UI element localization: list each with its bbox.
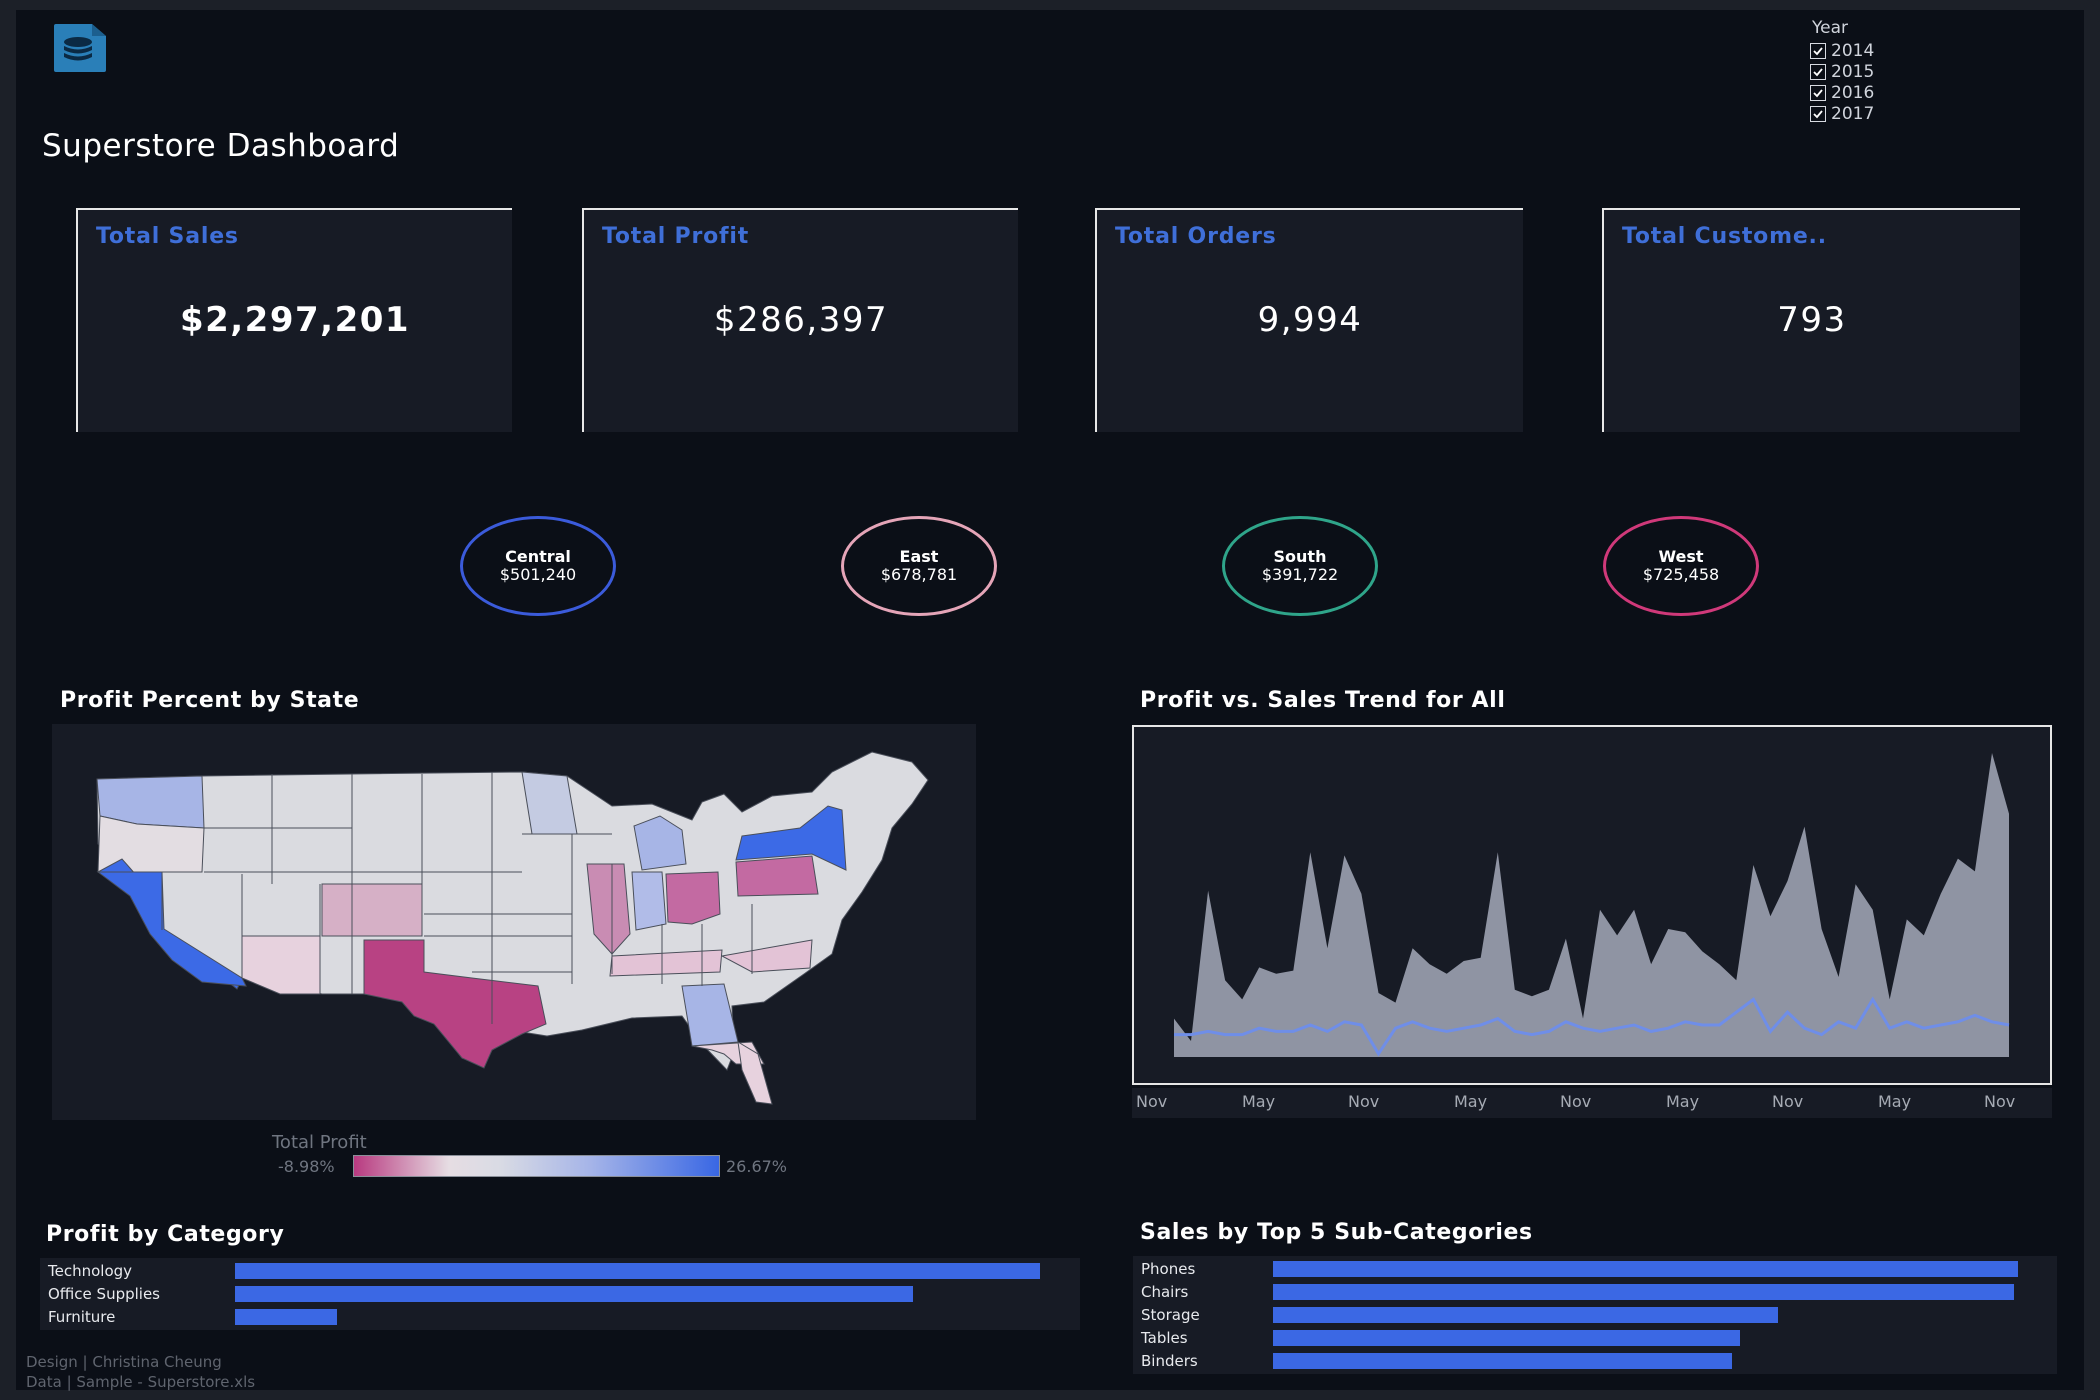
trend-x-axis: Nov May Nov May Nov May Nov May Nov	[1132, 1088, 2052, 1118]
footer-design: Design | Christina Cheung	[26, 1353, 222, 1371]
region-value: $391,722	[1261, 565, 1339, 584]
x-tick-label: May	[1454, 1092, 1488, 1111]
bar-label: Furniture	[48, 1308, 116, 1326]
region-value: $501,240	[499, 565, 577, 584]
kpi-value: $286,397	[713, 300, 889, 340]
trend-title: Profit vs. Sales Trend for All	[1140, 688, 1506, 713]
region-name: South	[1273, 547, 1327, 566]
year-filter: Year 2014 2015 2016 2017	[1810, 18, 1874, 124]
bar-row[interactable]: Office Supplies	[40, 1285, 1080, 1303]
us-map	[96, 751, 929, 1105]
kpi-card-total-profit[interactable]: Total Profit $286,397	[582, 208, 1018, 432]
region-name: West	[1658, 547, 1704, 566]
year-option-label: 2017	[1831, 103, 1875, 124]
checkbox-checked-icon[interactable]	[1810, 42, 1826, 59]
checkbox-checked-icon[interactable]	[1810, 105, 1826, 122]
state-arizona	[241, 935, 321, 995]
year-option-2016[interactable]: 2016	[1810, 82, 1874, 103]
state-pennsylvania	[735, 855, 819, 897]
sales-area-series	[1174, 753, 2009, 1057]
kpi-card-total-sales[interactable]: Total Sales $2,297,201	[76, 208, 512, 432]
bar-mark[interactable]	[235, 1309, 338, 1325]
bar-label: Phones	[1141, 1260, 1196, 1278]
bar-row[interactable]: Tables	[1133, 1329, 2057, 1347]
x-tick-label: Nov	[1348, 1092, 1380, 1111]
region-value: $725,458	[1642, 565, 1720, 584]
x-tick-label: May	[1878, 1092, 1912, 1111]
region-name: East	[899, 547, 939, 566]
bar-label: Tables	[1141, 1329, 1188, 1347]
page-title: Superstore Dashboard	[42, 128, 400, 164]
bar-row[interactable]: Binders	[1133, 1352, 2057, 1370]
kpi-card-total-orders[interactable]: Total Orders 9,994	[1095, 208, 1523, 432]
x-tick-label: May	[1666, 1092, 1700, 1111]
kpi-label: Total Orders	[1115, 224, 1277, 249]
region-circle-south[interactable]: South $391,722	[1222, 516, 1378, 616]
state-colorado	[321, 883, 423, 937]
kpi-card-total-customers[interactable]: Total Custome.. 793	[1602, 208, 2020, 432]
x-tick-label: Nov	[1772, 1092, 1804, 1111]
year-option-label: 2014	[1831, 40, 1875, 61]
kpi-value: 793	[1777, 300, 1847, 340]
bar-mark[interactable]	[1273, 1284, 2015, 1300]
bar-mark[interactable]	[1273, 1353, 1733, 1369]
bar-mark[interactable]	[1273, 1330, 1741, 1346]
region-name: Central	[505, 547, 571, 566]
bar-row[interactable]: Storage	[1133, 1306, 2057, 1324]
bar-label: Storage	[1141, 1306, 1200, 1324]
state-indiana	[631, 871, 667, 931]
category-bar-chart: Technology Office Supplies Furniture	[40, 1258, 1080, 1330]
kpi-value: 9,994	[1257, 300, 1363, 340]
bar-row[interactable]: Chairs	[1133, 1283, 2057, 1301]
legend-max: 26.67%	[726, 1157, 788, 1176]
map-panel	[52, 724, 976, 1120]
bar-mark[interactable]	[1273, 1261, 2018, 1277]
checkbox-checked-icon[interactable]	[1810, 63, 1826, 80]
kpi-label: Total Profit	[602, 224, 750, 249]
year-option-2014[interactable]: 2014	[1810, 40, 1874, 61]
legend-title: Total Profit	[272, 1132, 367, 1153]
database-document-icon	[52, 22, 108, 74]
state-ohio	[665, 871, 721, 925]
x-tick-label: Nov	[1560, 1092, 1592, 1111]
bar-mark[interactable]	[1273, 1307, 1779, 1323]
year-option-label: 2016	[1831, 82, 1875, 103]
year-option-2015[interactable]: 2015	[1810, 61, 1874, 82]
bar-label: Binders	[1141, 1352, 1198, 1370]
year-filter-title: Year	[1812, 18, 1848, 38]
trend-chart-panel	[1132, 725, 2052, 1085]
bar-label: Chairs	[1141, 1283, 1189, 1301]
kpi-value: $2,297,201	[179, 300, 411, 340]
bar-row[interactable]: Furniture	[40, 1308, 1080, 1326]
bar-label: Office Supplies	[48, 1285, 161, 1303]
year-option-2017[interactable]: 2017	[1810, 103, 1874, 124]
region-circle-west[interactable]: West $725,458	[1603, 516, 1759, 616]
kpi-label: Total Sales	[96, 224, 239, 249]
bar-mark[interactable]	[235, 1286, 913, 1302]
region-circle-central[interactable]: Central $501,240	[460, 516, 616, 616]
x-tick-label: May	[1242, 1092, 1276, 1111]
category-title: Profit by Category	[46, 1222, 285, 1247]
subcat-title: Sales by Top 5 Sub-Categories	[1140, 1220, 1533, 1245]
subcategory-bar-chart: Phones Chairs Storage Tables Binders	[1133, 1256, 2057, 1374]
bar-label: Technology	[48, 1262, 133, 1280]
legend-min: -8.98%	[278, 1157, 335, 1176]
bar-row[interactable]: Technology	[40, 1262, 1080, 1280]
x-tick-label: Nov	[1984, 1092, 2016, 1111]
map-title: Profit Percent by State	[60, 688, 360, 713]
footer-data-source: Data | Sample - Superstore.xls	[26, 1373, 256, 1391]
kpi-label: Total Custome..	[1622, 224, 1827, 249]
trend-chart	[1174, 753, 2010, 1057]
region-value: $678,781	[880, 565, 958, 584]
legend-color-bar	[353, 1155, 720, 1177]
checkbox-checked-icon[interactable]	[1810, 84, 1826, 101]
bar-row[interactable]: Phones	[1133, 1260, 2057, 1278]
year-option-label: 2015	[1831, 61, 1875, 82]
bar-mark[interactable]	[235, 1263, 1040, 1279]
region-circle-east[interactable]: East $678,781	[841, 516, 997, 616]
footer-credits: Design | Christina Cheung Data | Sample …	[26, 1352, 255, 1392]
x-tick-label: Nov	[1136, 1092, 1168, 1111]
